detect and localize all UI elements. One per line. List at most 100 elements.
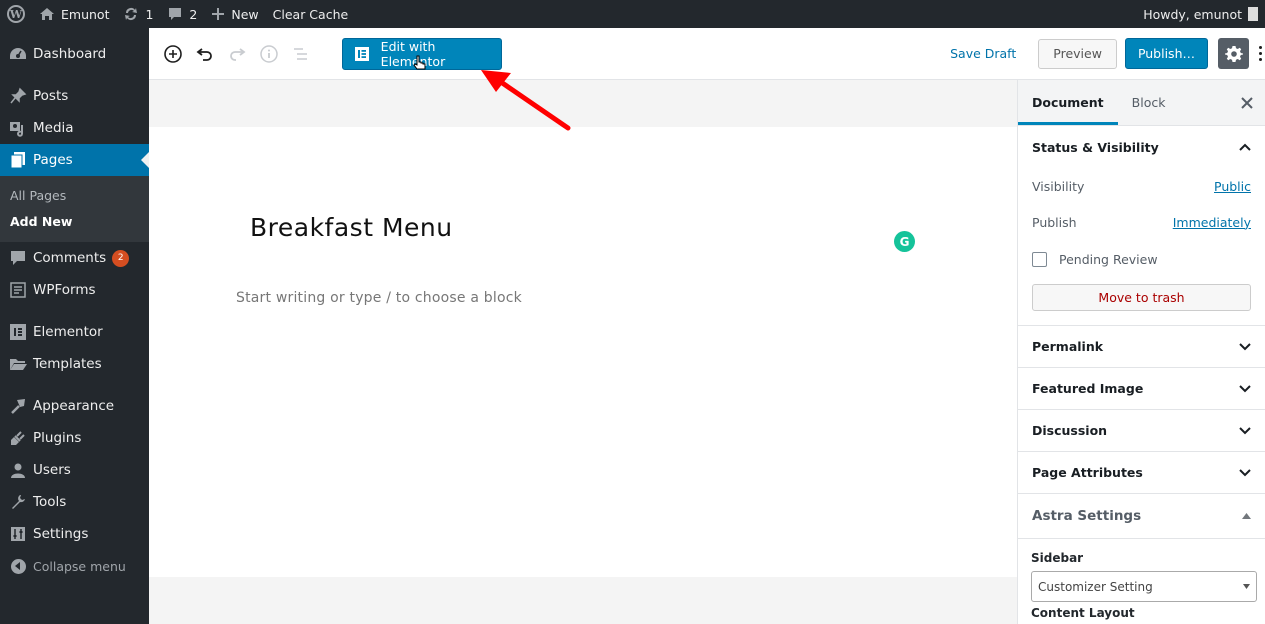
sidebar-item-settings[interactable]: Settings [0,518,149,550]
more-dot [1258,58,1262,61]
sidebar-item-tools[interactable]: Tools [0,486,149,518]
panel-title: Astra Settings [1032,508,1142,524]
sidebar-item-label: WPForms [33,282,96,298]
media-icon [8,118,28,138]
post-title[interactable]: Breakfast Menu [250,213,453,242]
page-content-area: Breakfast Menu Start writing or type / t… [149,127,1017,577]
sidebar-setting-label: Sidebar [1031,551,1084,565]
sidebar-item-media[interactable]: Media [0,112,149,144]
save-draft-button[interactable]: Save Draft [950,46,1016,61]
pages-icon [8,150,28,170]
annotation-arrow [481,70,571,131]
settings-sliders-icon [8,524,28,544]
new-content-link[interactable]: New [204,0,265,28]
pin-icon [8,86,28,106]
elementor-icon [8,322,28,342]
add-circle-icon [164,44,182,63]
wp-logo-menu[interactable]: W [0,0,32,28]
panel-title: Permalink [1032,339,1104,354]
permalink-panel-toggle[interactable]: Permalink [1018,325,1265,367]
sidebar-setting-select[interactable]: Customizer Setting [1031,571,1257,602]
clear-cache-label: Clear Cache [272,6,349,22]
dropdown-arrow-icon [1243,584,1250,589]
chevron-down-icon [1239,468,1251,476]
updates-link[interactable]: 1 [116,0,160,28]
sidebar-item-posts[interactable]: Posts [0,80,149,112]
move-to-trash-button[interactable]: Move to trash [1032,284,1251,311]
comments-link[interactable]: 2 [160,0,204,28]
pending-review-label: Pending Review [1059,251,1158,267]
collapse-menu-label: Collapse menu [33,558,126,574]
pages-submenu: All Pages Add New [0,176,149,242]
more-options-button[interactable] [1255,39,1265,69]
discussion-panel-toggle[interactable]: Discussion [1018,409,1265,451]
visibility-link[interactable]: Public [1214,179,1251,194]
settings-tabs: Document Block [1018,80,1265,126]
settings-toggle-button[interactable] [1218,38,1249,69]
content-info-button[interactable] [253,38,285,70]
redo-icon [230,47,246,61]
sidebar-item-label: Appearance [33,398,115,414]
site-name-link[interactable]: Emunot [32,0,116,28]
sidebar-item-label: Elementor [33,324,103,340]
preview-button[interactable]: Preview [1038,38,1117,69]
clear-cache-link[interactable]: Clear Cache [266,0,356,28]
block-placeholder[interactable]: Start writing or type / to choose a bloc… [236,290,522,306]
undo-icon [196,47,212,61]
comment-icon [8,248,28,268]
sidebar-item-pages[interactable]: Pages [0,144,149,176]
collapse-menu-button[interactable]: Collapse menu [0,550,149,582]
admin-sidebar: Dashboard Posts Media Pages All Pages Ad… [0,28,149,624]
sidebar-item-elementor[interactable]: Elementor [0,316,149,348]
sidebar-item-label: Users [33,462,71,478]
block-navigation-button[interactable] [285,38,317,70]
pending-review-checkbox[interactable] [1032,251,1047,267]
sidebar-item-dashboard[interactable]: Dashboard [0,38,149,70]
sidebar-item-comments[interactable]: Comments 2 [0,242,149,274]
astra-settings-toggle[interactable]: Astra Settings [1018,493,1265,539]
submenu-item-add-new[interactable]: Add New [0,208,149,234]
sidebar-item-wpforms[interactable]: WPForms [0,274,149,306]
settings-sidebar: Document Block Status & Visibility Visib… [1017,80,1265,624]
pending-review-row: Pending Review [1032,240,1251,278]
dashboard-icon [8,44,28,64]
featured-image-panel-toggle[interactable]: Featured Image [1018,367,1265,409]
forms-icon [8,280,28,300]
updates-icon [123,6,139,22]
account-menu[interactable]: Howdy, emunot [1136,0,1265,28]
page-attributes-panel-toggle[interactable]: Page Attributes [1018,451,1265,493]
sidebar-item-label: Dashboard [33,46,107,62]
grammarly-icon[interactable]: G [894,231,915,252]
triangle-up-icon [1242,513,1251,519]
sidebar-item-templates[interactable]: Templates [0,348,149,380]
sidebar-item-appearance[interactable]: Appearance [0,390,149,422]
chevron-down-icon [1239,342,1251,350]
hand-cursor-icon [413,55,426,70]
add-block-button[interactable] [157,38,189,70]
updates-count: 1 [145,6,154,22]
close-sidebar-button[interactable] [1241,94,1253,113]
plus-icon [211,7,225,21]
sidebar-item-plugins[interactable]: Plugins [0,422,149,454]
folder-icon [8,354,28,374]
panel-title: Status & Visibility [1032,139,1159,155]
publish-button[interactable]: Publish… [1124,38,1208,69]
publish-date-link[interactable]: Immediately [1173,215,1251,230]
visibility-label: Visibility [1032,178,1085,194]
undo-button[interactable] [189,38,221,70]
tab-document[interactable]: Document [1018,80,1118,125]
comments-count: 2 [189,6,198,22]
redo-button[interactable] [221,38,253,70]
sidebar-item-users[interactable]: Users [0,454,149,486]
collapse-icon [8,556,28,576]
select-value: Customizer Setting [1038,579,1153,594]
wrench-icon [8,492,28,512]
gear-icon [1224,45,1243,62]
status-visibility-panel-toggle[interactable]: Status & Visibility [1018,126,1265,168]
sidebar-item-label: Pages [33,152,73,168]
tab-block[interactable]: Block [1118,80,1180,125]
submenu-item-all-pages[interactable]: All Pages [0,182,149,208]
new-label: New [231,6,259,22]
site-name: Emunot [61,6,110,22]
sidebar-item-label: Templates [33,356,102,372]
